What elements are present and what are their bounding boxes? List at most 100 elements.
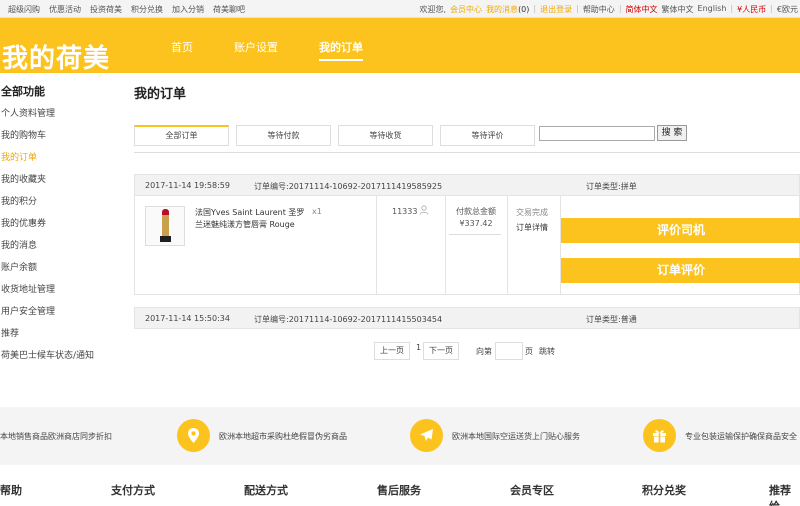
- goto-label: 向第: [476, 347, 492, 356]
- footer-heading-help: 帮助: [0, 484, 22, 497]
- sidebar-item-favorites[interactable]: 我的收藏夹: [0, 173, 125, 195]
- footer-heading-payment: 支付方式: [111, 484, 155, 497]
- welcome-text: 欢迎您,: [419, 5, 447, 14]
- product-name[interactable]: 法国Yves Saint Laurent 圣罗兰迷魅纯漾方管唇膏 Rouge: [195, 207, 307, 231]
- feature-icon-circle: [643, 419, 676, 452]
- main-nav: 首页 账户设置 我的订单: [171, 39, 404, 61]
- search-button[interactable]: 搜 索: [657, 125, 687, 141]
- sidebar-item-balance[interactable]: 账户余额: [0, 261, 125, 283]
- tab-awaiting-review[interactable]: 等待评价: [440, 125, 535, 146]
- lang-english-link[interactable]: English: [698, 4, 727, 15]
- order-user: 11333: [392, 207, 418, 216]
- divider: [134, 152, 800, 153]
- pagination: 上一页 1 下一页 向第 页 跳转: [134, 342, 800, 362]
- feature-icon-circle: [410, 419, 443, 452]
- payment-total-amount: ¥337.42: [459, 219, 493, 228]
- site-header: 我的荷美 首页 账户设置 我的订单: [0, 18, 800, 75]
- footer-heading-recommend: 推荐给: [769, 484, 791, 506]
- jump-button[interactable]: 跳转: [539, 346, 555, 357]
- site-footer: 帮助 支付方式 配送方式 售后服务 会员专区 积分兑奖 推荐给: [0, 480, 800, 506]
- order-time: 2017-11-14 19:58:59: [145, 181, 230, 190]
- order-tabs: 全部订单 等待付款 等待收货 等待评价: [134, 125, 542, 146]
- help-center-link[interactable]: 帮助中心: [583, 4, 615, 15]
- nav-home[interactable]: 首页: [171, 39, 193, 61]
- lipstick-tube: [162, 215, 169, 237]
- separator: |: [730, 4, 734, 13]
- currency-rmb-link[interactable]: ¥人民币: [737, 4, 766, 15]
- top-link-chat[interactable]: 荷美聊吧: [213, 4, 245, 15]
- sidebar-item-points[interactable]: 我的积分: [0, 195, 125, 217]
- order-detail-link[interactable]: 订单详情: [512, 222, 552, 233]
- top-link-points-exchange[interactable]: 积分兑换: [131, 4, 163, 15]
- member-center-link[interactable]: 会员中心: [450, 4, 482, 15]
- tab-all-orders[interactable]: 全部订单: [134, 125, 229, 146]
- currency-eur-link[interactable]: €欧元: [777, 4, 798, 15]
- features-strip: 本地销售商品欧洲商店同步折扣 欧洲本地超市采购杜绝假冒伪劣商品 欧洲本地国际空运…: [0, 407, 800, 465]
- order-time: 2017-11-14 15:50:34: [145, 314, 230, 323]
- my-messages-label: 我的消息: [486, 5, 519, 14]
- location-pin-icon: [188, 428, 199, 443]
- top-links: 超级闪购 优惠活动 投资荷美 积分兑换 加入分销 荷美聊吧: [8, 4, 245, 15]
- top-link-join-distribution[interactable]: 加入分销: [172, 4, 204, 15]
- order-type: 订单类型:拼单: [586, 182, 637, 191]
- sidebar-item-security[interactable]: 用户安全管理: [0, 305, 125, 327]
- my-messages-link[interactable]: 我的消息(0): [486, 4, 529, 15]
- nav-account-settings[interactable]: 账户设置: [234, 39, 278, 61]
- page-unit-label: 页: [525, 347, 533, 356]
- site-logo[interactable]: 我的荷美: [2, 38, 110, 75]
- sidebar-item-coupons[interactable]: 我的优惠券: [0, 217, 125, 239]
- sidebar-title: 全部功能: [1, 85, 45, 98]
- rate-order-button[interactable]: 订单评价: [561, 258, 800, 283]
- top-link-promotions[interactable]: 优惠活动: [49, 4, 81, 15]
- rate-driver-button[interactable]: 评价司机: [561, 218, 800, 243]
- sidebar-item-bus-status[interactable]: 荷美巴士候车状态/通知: [0, 349, 125, 371]
- tab-awaiting-payment[interactable]: 等待付款: [236, 125, 331, 146]
- order-number: 订单编号:20171114-10692-2017111419585925: [254, 182, 443, 191]
- sidebar-item-addresses[interactable]: 收货地址管理: [0, 283, 125, 305]
- order-header: 2017-11-14 19:58:59 订单编号:20171114-10692-…: [134, 174, 800, 196]
- sidebar-item-recommend[interactable]: 推荐: [0, 327, 125, 349]
- product-quantity: x1: [312, 207, 322, 216]
- current-page[interactable]: 1: [416, 343, 421, 352]
- message-count: (0): [518, 5, 530, 14]
- top-link-flash-sale[interactable]: 超级闪购: [8, 4, 40, 15]
- page-title: 我的订单: [134, 87, 187, 102]
- nav-my-orders[interactable]: 我的订单: [319, 39, 363, 61]
- airplane-icon: [420, 429, 433, 441]
- sidebar-item-orders[interactable]: 我的订单: [0, 151, 125, 173]
- footer-heading-after-sales: 售后服务: [377, 484, 421, 497]
- lipstick-base: [160, 236, 171, 242]
- footer-heading-points: 积分兑奖: [642, 484, 686, 497]
- prev-page-button[interactable]: 上一页: [374, 342, 410, 360]
- divider: [449, 234, 501, 235]
- order-type: 订单类型:普通: [586, 315, 637, 324]
- order-search-input[interactable]: [539, 126, 655, 141]
- footer-heading-delivery: 配送方式: [244, 484, 288, 497]
- separator: |: [770, 4, 773, 13]
- payment-total-title: 付款总金额: [456, 207, 496, 216]
- lang-traditional-link[interactable]: 繁体中文: [662, 4, 694, 15]
- product-image[interactable]: [145, 206, 185, 246]
- column-divider: [507, 196, 508, 295]
- order-number: 订单编号:20171114-10692-2017111415503454: [254, 315, 443, 324]
- page-number-input[interactable]: [495, 342, 523, 360]
- top-link-invest[interactable]: 投资荷美: [90, 4, 122, 15]
- sidebar-item-profile[interactable]: 个人资料管理: [0, 107, 125, 129]
- top-account-links: 欢迎您, 会员中心 我的消息(0) | 退出登录 | 帮助中心 | 简体中文 繁…: [420, 4, 798, 15]
- next-page-button[interactable]: 下一页: [423, 342, 459, 360]
- sidebar-item-cart[interactable]: 我的购物车: [0, 129, 125, 151]
- sidebar-item-messages[interactable]: 我的消息: [0, 239, 125, 261]
- tab-awaiting-receipt[interactable]: 等待收货: [338, 125, 433, 146]
- order-body: 法国Yves Saint Laurent 圣罗兰迷魅纯漾方管唇膏 Rouge x…: [134, 196, 800, 295]
- user-icon: [419, 205, 429, 215]
- lang-simplified-link[interactable]: 简体中文: [626, 4, 658, 15]
- top-utility-bar: 超级闪购 优惠活动 投资荷美 积分兑换 加入分销 荷美聊吧 欢迎您, 会员中心 …: [0, 0, 800, 18]
- separator: |: [533, 4, 537, 13]
- footer-heading-member: 会员专区: [510, 484, 554, 497]
- payment-total-label: 付款总金额 ¥337.42: [446, 206, 506, 230]
- order-status: 交易完成: [516, 208, 548, 217]
- logout-link[interactable]: 退出登录: [540, 4, 572, 15]
- sidebar: 全部功能 个人资料管理 我的购物车 我的订单 我的收藏夹 我的积分 我的优惠券 …: [0, 83, 125, 371]
- feature-text: 本地销售商品欧洲商店同步折扣: [0, 432, 112, 441]
- separator: |: [576, 4, 579, 13]
